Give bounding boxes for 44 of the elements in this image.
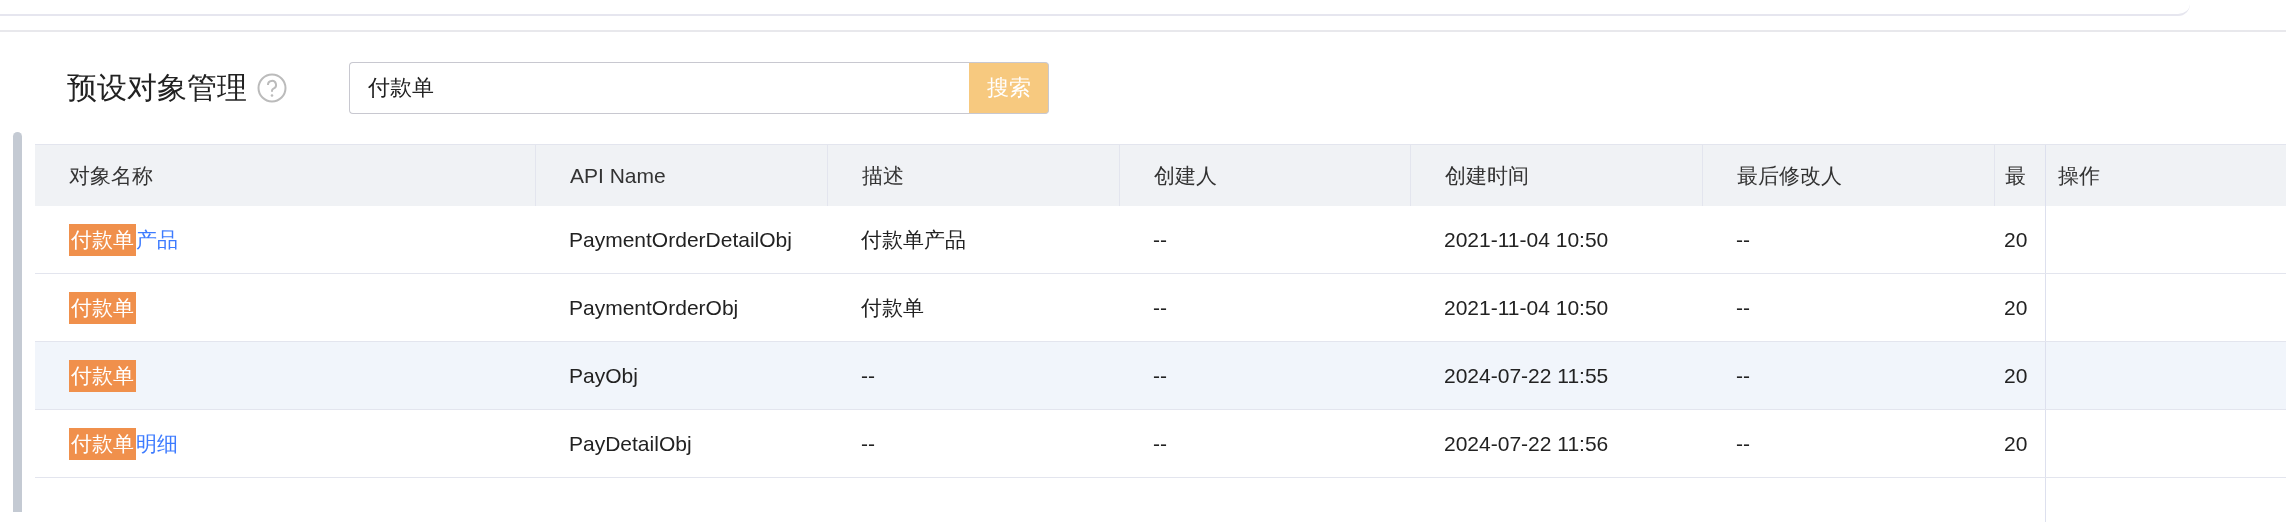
column-header: 创建人 <box>1119 145 1410 206</box>
table-row[interactable]: 付款单明细 PayDetailObj -- -- 2024-07-22 11:56 -- 20 <box>35 410 2286 478</box>
table-cell: -- <box>1736 295 1750 320</box>
table-cell: PayDetailObj <box>569 431 692 456</box>
table-cell: 2021-11-04 10:50 <box>1444 227 1609 252</box>
column-header: 操作 <box>2045 145 2286 206</box>
table-cell: -- <box>1736 431 1750 456</box>
column-header: 对象名称 <box>68 162 154 189</box>
table-cell: 20 <box>2004 227 2028 252</box>
table-cell: -- <box>1153 431 1167 456</box>
table-cell: -- <box>1153 295 1167 320</box>
table-cell: -- <box>1736 227 1750 252</box>
column-header: 创建时间 <box>1410 145 1702 206</box>
column-header: API Name <box>535 145 827 206</box>
table-cell: -- <box>1153 227 1167 252</box>
table-cell: -- <box>1736 363 1750 388</box>
table-cell: -- <box>861 431 875 456</box>
table-cell-text: 付款单产品 <box>861 226 966 253</box>
table-cell: 2024-07-22 11:55 <box>1444 363 1609 388</box>
column-header: 最后修改人 <box>1702 145 1994 206</box>
table-cell: -- <box>861 363 875 388</box>
search-match: 付款单 <box>69 427 136 460</box>
object-name-link[interactable]: 明细 <box>136 429 178 458</box>
column-header: 最 <box>1994 145 2045 206</box>
table-cell: PayObj <box>569 363 638 388</box>
scrollbar[interactable] <box>13 132 22 512</box>
search-match: 付款单 <box>69 291 136 324</box>
table-cell: 2021-11-04 10:50 <box>1444 295 1609 320</box>
table-row[interactable]: 付款单 PayObj -- -- 2024-07-22 11:55 -- 20 <box>35 342 2286 410</box>
column-header: 描述 <box>827 145 1119 206</box>
page-title: 预设对象管理 <box>67 69 247 106</box>
table-cell-text: 付款单 <box>861 294 924 321</box>
table-cell: 20 <box>2004 363 2028 388</box>
table-cell: PaymentOrderObj <box>569 295 739 320</box>
table-cell: PaymentOrderDetailObj <box>569 227 792 252</box>
table-row[interactable]: 付款单产品 PaymentOrderDetailObj 付款单产品 -- 2021-11-04 10:50 -- 20 <box>35 206 2286 274</box>
search-match: 付款单 <box>69 359 136 392</box>
table-cell: -- <box>1153 363 1167 388</box>
table-cell: 2024-07-22 11:56 <box>1444 431 1609 456</box>
object-name-link[interactable]: 产品 <box>136 225 178 254</box>
table-cell: 20 <box>2004 295 2028 320</box>
help-icon[interactable] <box>257 73 287 103</box>
table-cell: 20 <box>2004 431 2028 456</box>
search-match: 付款单 <box>69 223 136 256</box>
